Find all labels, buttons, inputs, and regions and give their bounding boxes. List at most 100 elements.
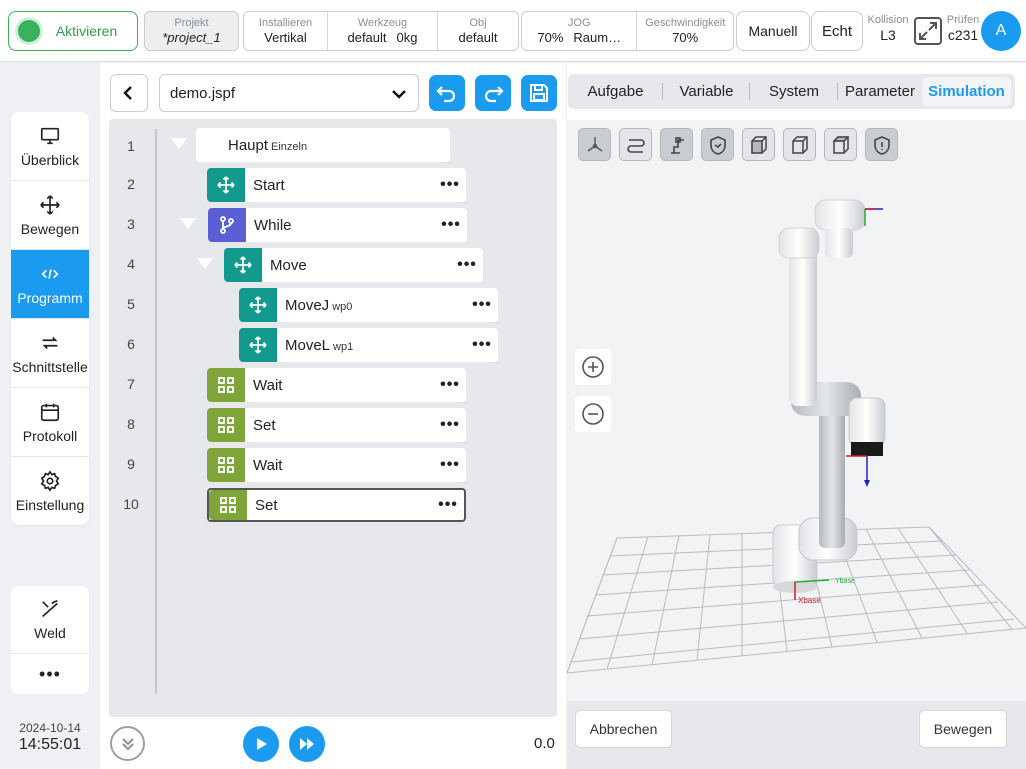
jog-frame: Raum… (573, 29, 622, 45)
code-icon (41, 268, 59, 279)
node-more-button[interactable]: ••• (434, 376, 466, 394)
tree-node-movej[interactable]: MoveJ wp0 ••• (239, 288, 498, 322)
activate-label: Aktivieren (55, 23, 118, 39)
scroll-down-button[interactable] (110, 726, 145, 761)
line-number: 1 (127, 138, 135, 154)
move-button[interactable]: Bewegen (919, 710, 1007, 748)
tree-node-movel[interactable]: MoveL wp1 ••• (239, 328, 498, 362)
tree-node-set-selected[interactable]: Set ••• (207, 488, 466, 522)
check-caption: Prüfen (946, 14, 980, 26)
tree-node-main[interactable]: Haupt Einzeln (196, 128, 450, 162)
jog-speed-box[interactable]: JOG 70% Raum… Geschwindigkeit 70% (521, 11, 734, 51)
tool-caption: Werkzeug (357, 16, 408, 29)
sidebar-item-settings[interactable]: Einstellung (11, 457, 89, 525)
axis-y-label: Ybase (835, 578, 855, 585)
grid-icon (209, 490, 247, 520)
tab-variable[interactable]: Variable (663, 74, 750, 109)
collision-indicator[interactable]: Kollision L3 (865, 14, 911, 43)
sidebar: Überblick Bewegen Programm Schnittstelle… (11, 112, 89, 525)
speed-cell[interactable]: Geschwindigkeit 70% (637, 12, 733, 50)
file-select[interactable]: demo.jspf (159, 74, 419, 112)
line-number: 4 (127, 256, 135, 272)
node-label: While (254, 216, 292, 234)
clock-date: 2024-10-14 (19, 721, 81, 735)
grid-icon (207, 448, 245, 482)
redo-icon (484, 86, 504, 103)
fast-forward-icon (300, 738, 314, 750)
axis-x-label: Xbase (798, 596, 821, 605)
obj-cell[interactable]: Obj default (438, 12, 518, 50)
right-tabs: Aufgabe Variable System Parameter Simula… (568, 74, 1015, 109)
node-more-button[interactable]: ••• (434, 456, 466, 474)
sidebar-more-button[interactable]: ••• (11, 654, 89, 694)
node-label: Haupt Einzeln (228, 136, 308, 154)
node-label: Start (253, 176, 285, 194)
avatar[interactable]: A (981, 11, 1021, 51)
tree-node-wait[interactable]: Wait ••• (207, 448, 466, 482)
check-value: c231 (947, 27, 979, 43)
save-icon (530, 84, 548, 102)
node-more-button[interactable]: ••• (435, 216, 467, 234)
tree-node-start[interactable]: Start ••• (207, 168, 466, 202)
real-mode-button[interactable]: Echt (811, 11, 863, 51)
sidebar-item-weld[interactable]: Weld (11, 586, 89, 654)
tab-system[interactable]: System (750, 74, 838, 109)
install-tool-obj-box[interactable]: Installieren Vertikal Werkzeug default 0k… (243, 11, 519, 51)
sidebar-item-interface[interactable]: Schnittstelle (11, 319, 89, 388)
obj-value: default (458, 29, 498, 45)
line-number: 2 (127, 176, 135, 192)
sidebar-item-log[interactable]: Protokoll (11, 388, 89, 457)
line-number: 9 (127, 456, 135, 472)
redo-button[interactable] (475, 75, 511, 111)
speed-value: 70% (672, 29, 699, 45)
project-box[interactable]: Projekt *project_1 (144, 11, 239, 51)
branch-icon (208, 208, 246, 242)
tree-node-while[interactable]: While ••• (208, 208, 467, 242)
tree-node-move[interactable]: Move ••• (224, 248, 483, 282)
tab-parameter[interactable]: Parameter (838, 74, 922, 109)
undo-button[interactable] (429, 75, 465, 111)
sidebar-secondary: Weld ••• (11, 586, 89, 694)
collapse-toggle-icon[interactable] (197, 258, 213, 269)
cancel-button[interactable]: Abbrechen (575, 710, 672, 748)
line-number: 7 (127, 376, 135, 392)
node-more-button[interactable]: ••• (466, 336, 498, 354)
node-more-button[interactable]: ••• (451, 256, 483, 274)
check-indicator[interactable]: Prüfen c231 (944, 14, 982, 43)
play-button[interactable] (243, 726, 279, 762)
activate-button[interactable]: Aktivieren (8, 11, 138, 51)
sidebar-item-label: Protokoll (22, 427, 78, 444)
chevron-left-icon (123, 86, 132, 100)
weld-torch-icon (42, 599, 58, 617)
node-more-button[interactable]: ••• (466, 296, 498, 314)
save-button[interactable] (521, 75, 557, 111)
collapse-toggle-icon[interactable] (171, 138, 187, 149)
jog-cell[interactable]: JOG 70% Raum… (522, 12, 638, 50)
swap-icon (42, 336, 58, 349)
mode-manual-button[interactable]: Manuell (736, 11, 810, 51)
tree-node-wait[interactable]: Wait ••• (207, 368, 466, 402)
jog-value: 70% Raum… (537, 29, 622, 45)
tree-node-set[interactable]: Set ••• (207, 408, 466, 442)
status-dot-icon (18, 20, 40, 42)
tab-task[interactable]: Aufgabe (568, 74, 663, 109)
sidebar-item-move[interactable]: Bewegen (11, 181, 89, 250)
node-more-button[interactable]: ••• (432, 496, 464, 514)
node-more-button[interactable]: ••• (434, 176, 466, 194)
expand-icon[interactable] (914, 17, 942, 45)
step-forward-button[interactable] (289, 726, 325, 762)
sidebar-item-overview[interactable]: Überblick (11, 112, 89, 181)
simulation-viewport[interactable]: Ybase Xbase (567, 120, 1026, 701)
tab-simulation[interactable]: Simulation (922, 77, 1011, 106)
node-label: Set (253, 416, 276, 434)
install-cell[interactable]: Installieren Vertikal (244, 12, 328, 50)
robot-scene: Ybase Xbase (567, 199, 1026, 674)
tool-cell[interactable]: Werkzeug default 0kg (328, 12, 438, 50)
collapse-toggle-icon[interactable] (180, 218, 196, 229)
node-more-button[interactable]: ••• (434, 416, 466, 434)
back-button[interactable] (110, 74, 148, 112)
sidebar-item-program[interactable]: Programm (11, 250, 89, 319)
simulation-panel: Aufgabe Variable System Parameter Simula… (567, 63, 1026, 769)
calendar-icon (40, 403, 60, 421)
program-speed-value: 0.0 (534, 735, 555, 752)
